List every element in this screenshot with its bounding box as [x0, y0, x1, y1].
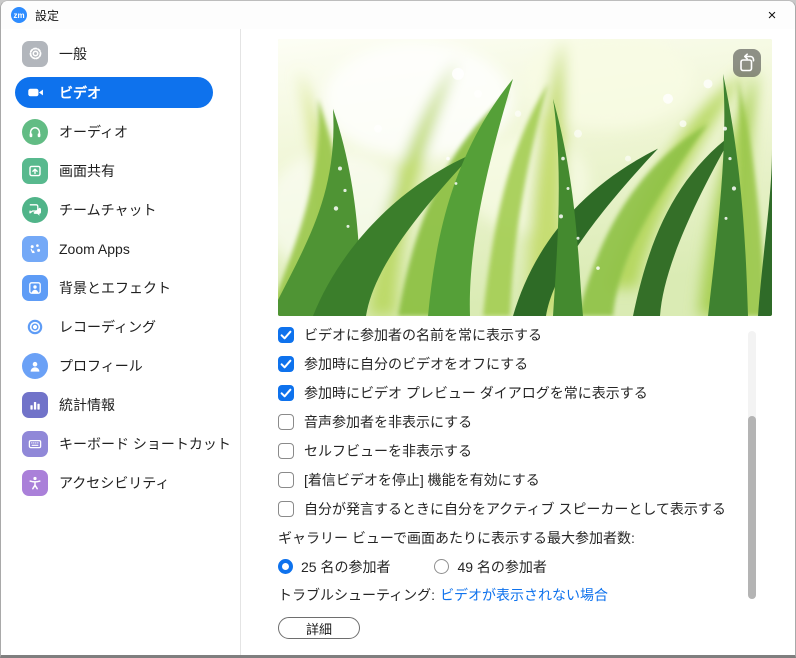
checkbox-checked-icon[interactable] — [278, 385, 294, 401]
sidebar-item-screen-share[interactable]: 画面共有 — [15, 155, 213, 186]
sidebar-item-audio[interactable]: オーディオ — [15, 116, 213, 147]
sidebar-item-label: プロフィール — [59, 356, 143, 376]
checkbox-label: 自分が発言するときに自分をアクティブ スピーカーとして表示する — [304, 499, 726, 519]
background-effects-icon — [22, 275, 48, 301]
checkbox-row-3[interactable]: 音声参加者を非表示にする — [278, 407, 773, 436]
radio-label: 25 名の参加者 — [301, 557, 390, 577]
camera-preview — [278, 39, 772, 316]
video-camera-icon — [22, 80, 48, 106]
window-body: 一般ビデオオーディオ画面共有チームチャット Zoom Apps 背景とエフェクトレコ… — [1, 29, 795, 655]
sidebar-item-label: キーボード ショートカット — [59, 434, 231, 454]
sidebar-item-label: 画面共有 — [59, 161, 115, 181]
radio-unselected-icon[interactable] — [434, 559, 449, 574]
advanced-button[interactable]: 詳細 — [278, 617, 360, 639]
gear-icon — [22, 41, 48, 67]
chat-bubbles-icon — [22, 197, 48, 223]
checkbox-label: 参加時にビデオ プレビュー ダイアログを常に表示する — [304, 383, 648, 403]
sidebar-item-video[interactable]: ビデオ — [15, 77, 213, 108]
video-options-list: ビデオに参加者の名前を常に表示する参加時に自分のビデオをオフにする参加時にビデオ… — [278, 320, 773, 523]
record-icon — [22, 314, 48, 340]
checkbox-row-0[interactable]: ビデオに参加者の名前を常に表示する — [278, 320, 773, 349]
scrollbar[interactable] — [748, 331, 756, 599]
checkbox-unchecked-icon[interactable] — [278, 443, 294, 459]
sidebar-item-zoom-apps[interactable]: Zoom Apps — [15, 233, 213, 264]
keyboard-icon — [22, 431, 48, 457]
checkbox-label: [着信ビデオを停止] 機能を有効にする — [304, 470, 540, 490]
checkbox-row-6[interactable]: 自分が発言するときに自分をアクティブ スピーカーとして表示する — [278, 494, 773, 523]
sidebar-item-label: 統計情報 — [59, 395, 115, 415]
checkbox-label: 参加時に自分のビデオをオフにする — [304, 354, 528, 374]
rotate-video-button[interactable] — [733, 49, 761, 77]
sidebar-item-recording[interactable]: レコーディング — [15, 311, 213, 342]
sidebar-item-label: 一般 — [59, 44, 87, 64]
sidebar-item-team-chat[interactable]: チームチャット — [15, 194, 213, 225]
video-settings-panel: ビデオに参加者の名前を常に表示する参加時に自分のビデオをオフにする参加時にビデオ… — [241, 29, 795, 655]
camera-preview-image — [278, 39, 772, 316]
zoom-settings-window: zm 設定 × 一般ビデオオーディオ画面共有チームチャット Zoom Apps 背景… — [0, 0, 796, 658]
sidebar-item-label: レコーディング — [59, 317, 156, 337]
sidebar-item-background-effects[interactable]: 背景とエフェクト — [15, 272, 213, 303]
checkbox-checked-icon[interactable] — [278, 327, 294, 343]
radio-selected-icon[interactable] — [278, 559, 293, 574]
gallery-view-label: ギャラリー ビューで画面あたりに表示する最大参加者数: — [278, 523, 773, 552]
sidebar-item-keyboard-shortcuts[interactable]: キーボード ショートカット — [15, 428, 213, 459]
radio-option-1[interactable]: 49 名の参加者 — [434, 557, 546, 577]
sidebar-item-general[interactable]: 一般 — [15, 38, 213, 69]
checkbox-label: ビデオに参加者の名前を常に表示する — [304, 325, 542, 345]
sidebar-item-label: チームチャット — [59, 200, 156, 220]
sidebar-item-statistics[interactable]: 統計情報 — [15, 389, 213, 420]
zoom-logo-icon: zm — [11, 7, 27, 23]
sidebar-item-label: Zoom Apps — [59, 241, 130, 257]
troubleshooting-row: トラブルシューティング: ビデオが表示されない場合 — [278, 581, 773, 608]
checkbox-label: 音声参加者を非表示にする — [304, 412, 472, 432]
checkbox-unchecked-icon[interactable] — [278, 472, 294, 488]
sidebar-item-accessibility[interactable]: アクセシビリティ — [15, 467, 213, 498]
checkbox-unchecked-icon[interactable] — [278, 414, 294, 430]
headphones-icon — [22, 119, 48, 145]
sidebar-item-label: 背景とエフェクト — [59, 278, 171, 298]
screen-share-icon — [22, 158, 48, 184]
zoom-apps-icon — [22, 236, 48, 262]
rotate-icon — [736, 52, 758, 74]
gallery-participants-radio-group: 25 名の参加者 49 名の参加者 — [278, 552, 773, 581]
radio-label: 49 名の参加者 — [457, 557, 546, 577]
statistics-icon — [22, 392, 48, 418]
close-button[interactable]: × — [749, 1, 795, 29]
checkbox-label: セルフビューを非表示する — [304, 441, 472, 461]
checkbox-row-5[interactable]: [着信ビデオを停止] 機能を有効にする — [278, 465, 773, 494]
checkbox-row-4[interactable]: セルフビューを非表示する — [278, 436, 773, 465]
accessibility-icon — [22, 470, 48, 496]
settings-sidebar: 一般ビデオオーディオ画面共有チームチャット Zoom Apps 背景とエフェクトレコ… — [1, 29, 241, 655]
checkbox-row-1[interactable]: 参加時に自分のビデオをオフにする — [278, 349, 773, 378]
sidebar-item-label: アクセシビリティ — [59, 473, 169, 493]
window-title: 設定 — [35, 7, 59, 24]
sidebar-item-profile[interactable]: プロフィール — [15, 350, 213, 381]
profile-icon — [22, 353, 48, 379]
radio-option-0[interactable]: 25 名の参加者 — [278, 557, 390, 577]
sidebar-item-label: ビデオ — [59, 83, 101, 103]
checkbox-checked-icon[interactable] — [278, 356, 294, 372]
troubleshooting-label: トラブルシューティング: — [278, 585, 435, 605]
checkbox-row-2[interactable]: 参加時にビデオ プレビュー ダイアログを常に表示する — [278, 378, 773, 407]
scrollbar-thumb[interactable] — [748, 416, 756, 599]
troubleshooting-link[interactable]: ビデオが表示されない場合 — [440, 585, 608, 605]
sidebar-item-label: オーディオ — [59, 122, 128, 142]
checkbox-unchecked-icon[interactable] — [278, 501, 294, 517]
title-bar[interactable]: zm 設定 × — [1, 1, 795, 29]
